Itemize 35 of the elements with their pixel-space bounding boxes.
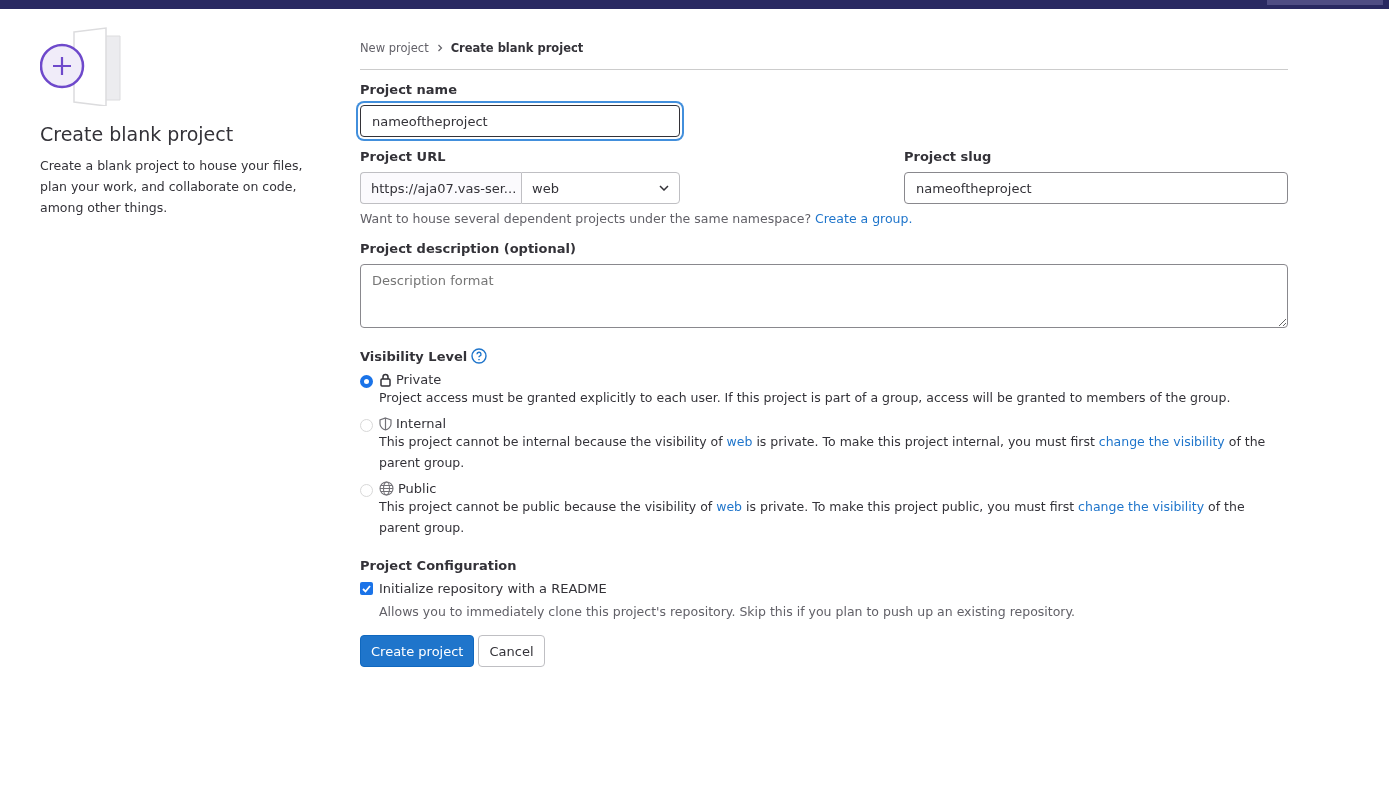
checkbox[interactable] xyxy=(360,582,373,595)
option-description: Project access must be granted explicitly to each user. If this project is part of a group, access will be granted to members of the group. xyxy=(379,389,1231,407)
chevron-icon xyxy=(436,44,443,52)
option-label: Private xyxy=(396,372,442,387)
description-input[interactable]: Description format xyxy=(360,264,1288,328)
link[interactable]: Create a group. xyxy=(815,211,913,226)
create-project-button[interactable]: Create project xyxy=(360,635,475,667)
cancel-button[interactable]: Cancel xyxy=(478,635,545,667)
option-description: This project cannot be internal because the visibility of web is private. To make this project internal, you must first change the visibility of the parent group. xyxy=(379,433,1267,472)
url-prefix: https://aja07.vas-ser... xyxy=(360,172,521,204)
page-title: Create blank project xyxy=(40,123,235,145)
option-label: Internal xyxy=(396,416,447,431)
project-name-input[interactable]: nameoftheproject xyxy=(360,105,680,137)
field-label: Visibility Level xyxy=(360,348,468,364)
page-description: Create a blank project to house your files, plan your work, and collaborate on code, among other things. xyxy=(40,157,304,217)
option-description: This project cannot be public because the visibility of web is private. To make this project public, you must first change the visibility of the parent group. xyxy=(379,498,1246,537)
chevron-down-icon xyxy=(659,185,669,191)
field-label: Project description (optional) xyxy=(360,241,577,256)
field-label: Project name xyxy=(360,82,458,97)
option-label: Public xyxy=(398,481,437,496)
shield-icon xyxy=(379,416,392,431)
field-label: Project URL xyxy=(360,149,447,164)
radio-button[interactable] xyxy=(360,375,373,388)
help-text: Want to house several dependent projects under the same namespace? Create a group. xyxy=(360,210,914,228)
namespace-select[interactable]: web xyxy=(521,172,680,204)
project-slug-input[interactable]: nameoftheproject xyxy=(904,172,1288,204)
globe-icon xyxy=(379,481,394,496)
field-label: Project slug xyxy=(904,149,993,164)
help-icon[interactable] xyxy=(471,348,488,364)
help-text: Allows you to immediately clone this project's repository. Skip this if you plan to push up an existing repository. xyxy=(379,604,1077,619)
breadcrumb-link[interactable]: New project xyxy=(360,41,429,55)
checkbox-label: Initialize repository with a README xyxy=(379,581,607,596)
breadcrumb-link[interactable]: Create blank project xyxy=(450,41,584,55)
field-label: Project Configuration xyxy=(360,558,518,573)
lock-icon xyxy=(379,372,392,387)
